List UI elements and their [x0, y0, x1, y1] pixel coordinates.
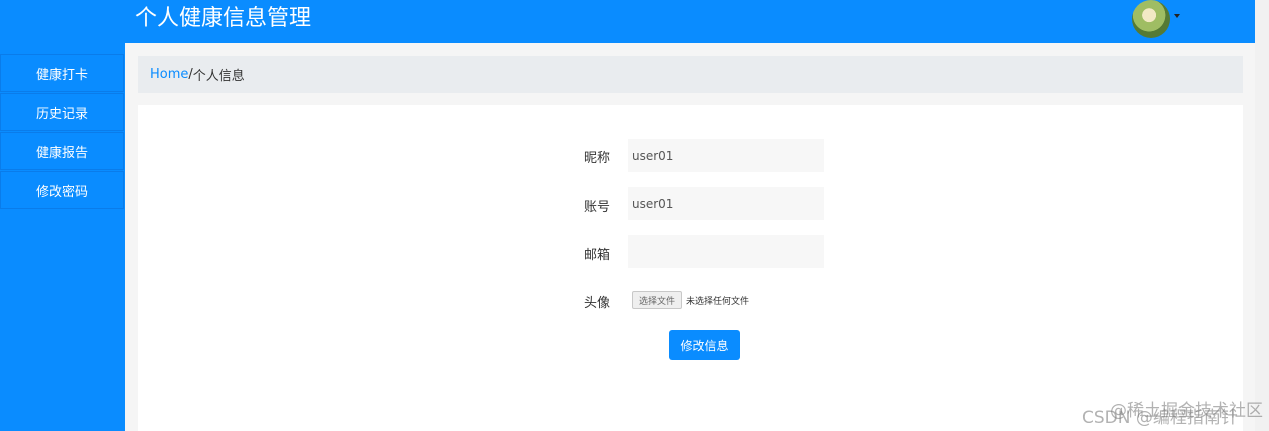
account-label: 账号: [584, 200, 611, 215]
sidebar-item-label: 历史记录: [35, 106, 88, 122]
watermark-csdn: CSDN @编程指南针: [1082, 408, 1238, 428]
sidebar: 健康打卡 历史记录 健康报告 修改密码: [0, 43, 125, 431]
nickname-label: 昵称: [584, 151, 611, 166]
email-input[interactable]: [628, 235, 824, 268]
sidebar-item-label: 修改密码: [35, 184, 88, 200]
avatar-label: 头像: [584, 296, 611, 311]
profile-form-panel: 昵称 账号 邮箱 头像 选择文件 未选择任何文件 修改信息: [138, 105, 1243, 431]
nickname-input[interactable]: [628, 139, 824, 172]
user-avatar[interactable]: [1132, 0, 1170, 38]
top-header: 个人健康信息管理: [0, 0, 1255, 43]
chevron-down-icon[interactable]: [1174, 14, 1180, 18]
file-status-text: 未选择任何文件: [686, 297, 750, 307]
page-scrollbar[interactable]: [1255, 0, 1269, 431]
main-content: Home / 个人信息 昵称 账号 邮箱 头像 选择文件 未选择任何文件 修改信…: [125, 43, 1255, 431]
sidebar-item-label: 健康打卡: [35, 67, 88, 83]
sidebar-item-health-checkin[interactable]: 健康打卡: [0, 54, 124, 92]
account-input[interactable]: [628, 187, 824, 220]
sidebar-item-label: 健康报告: [35, 145, 88, 161]
choose-file-button[interactable]: 选择文件: [632, 291, 682, 309]
app-title: 个人健康信息管理: [135, 6, 312, 31]
sidebar-item-change-password[interactable]: 修改密码: [0, 171, 124, 209]
breadcrumb-home-link[interactable]: Home: [150, 67, 188, 82]
update-info-button[interactable]: 修改信息: [669, 330, 740, 360]
breadcrumb-current: 个人信息: [192, 69, 245, 84]
sidebar-item-health-report[interactable]: 健康报告: [0, 132, 124, 170]
sidebar-item-history[interactable]: 历史记录: [0, 93, 124, 131]
email-label: 邮箱: [584, 248, 611, 263]
breadcrumb: Home / 个人信息: [138, 56, 1243, 93]
